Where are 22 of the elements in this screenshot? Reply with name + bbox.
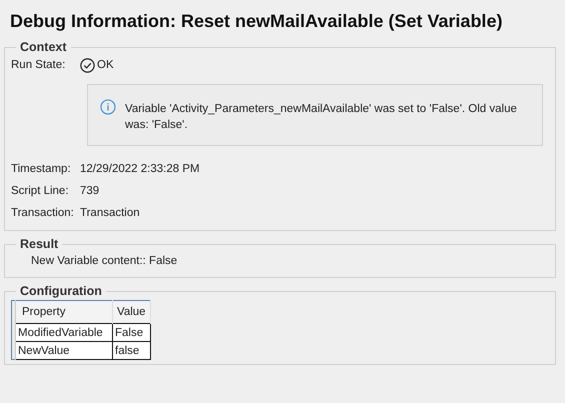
table-cell: NewValue <box>16 342 112 360</box>
column-header[interactable]: Property <box>16 300 112 324</box>
run-state-value: OK <box>97 59 114 71</box>
field-label: Timestamp: <box>11 163 72 175</box>
result-text: New Variable content:: False <box>30 254 178 269</box>
group-legend: Context <box>16 40 71 54</box>
field-label: Script Line: <box>11 185 70 197</box>
field-value: 739 <box>80 185 100 197</box>
field-value: Transaction <box>80 207 140 219</box>
check-circle-icon <box>80 58 95 72</box>
group-legend: Configuration <box>16 284 106 298</box>
info-message: Variable 'Activity_Parameters_newMailAvailable' was set to 'False'. Old value was: 'False'. <box>125 102 518 133</box>
field-label: Run State: <box>11 59 66 71</box>
field-value: 12/29/2022 2:33:28 PM <box>80 163 200 175</box>
info-icon <box>100 99 116 115</box>
table-cell: False <box>112 324 150 342</box>
group-legend: Result <box>16 237 62 251</box>
table-cell: false <box>112 342 150 360</box>
dialog-title: Debug Information: Reset newMailAvailable (Set Variable) <box>10 10 502 33</box>
table-cell: ModifiedVariable <box>16 324 112 342</box>
field-label: Transaction: <box>11 207 75 219</box>
column-header[interactable]: Value <box>112 300 150 324</box>
